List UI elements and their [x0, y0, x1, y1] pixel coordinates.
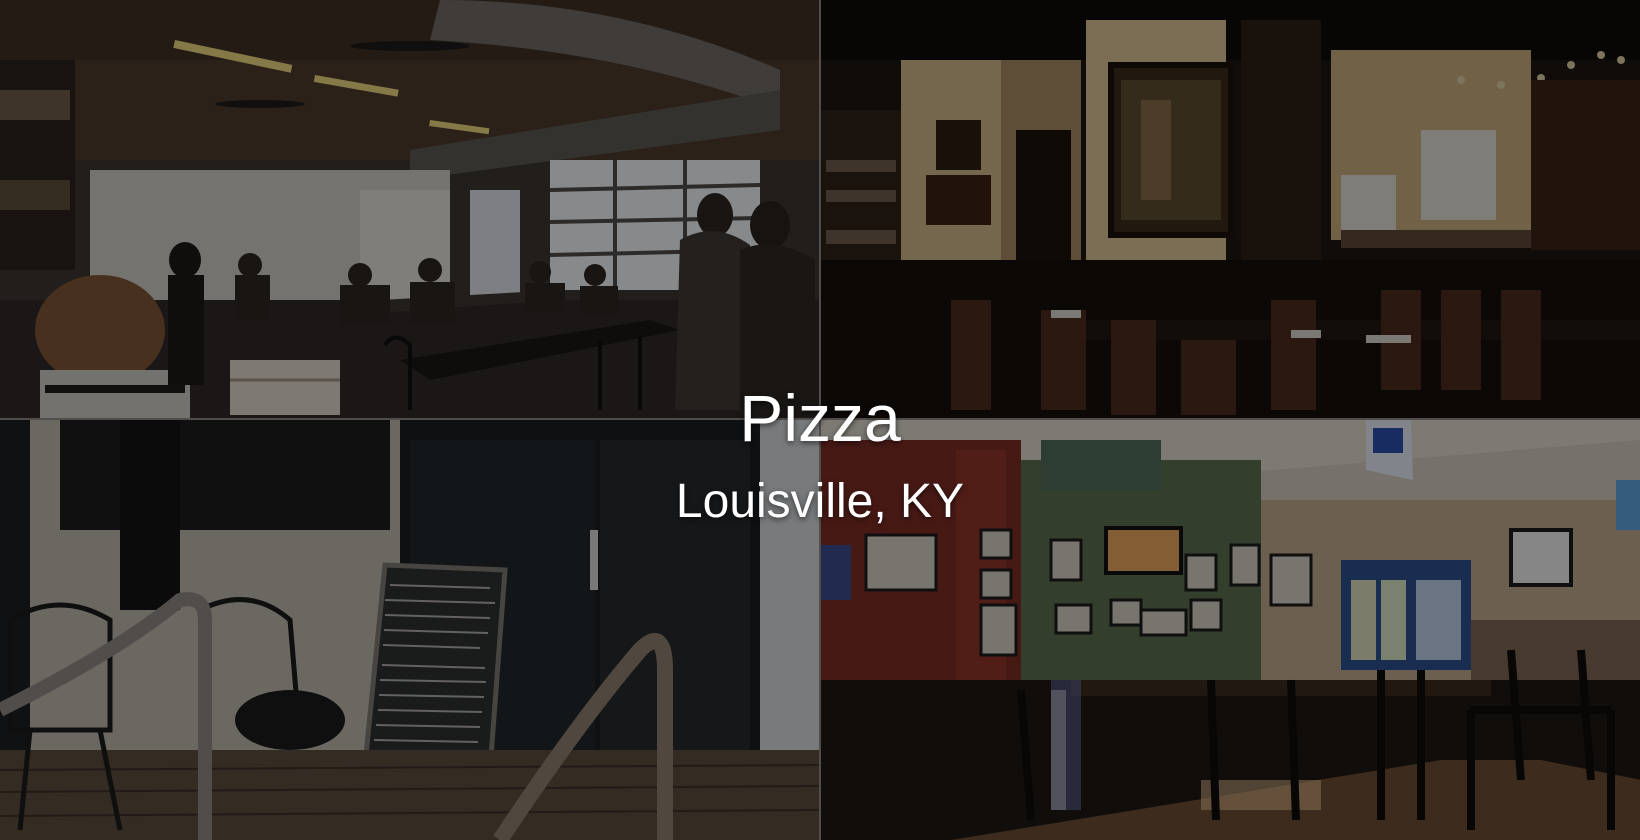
caption-title: Pizza	[739, 381, 901, 455]
photo-collage: Pizza Louisville, KY	[0, 0, 1640, 840]
restaurant-interior-photo	[0, 0, 819, 418]
caption-subtitle: Louisville, KY	[675, 475, 965, 528]
dining-room-bar-photo	[821, 0, 1640, 418]
